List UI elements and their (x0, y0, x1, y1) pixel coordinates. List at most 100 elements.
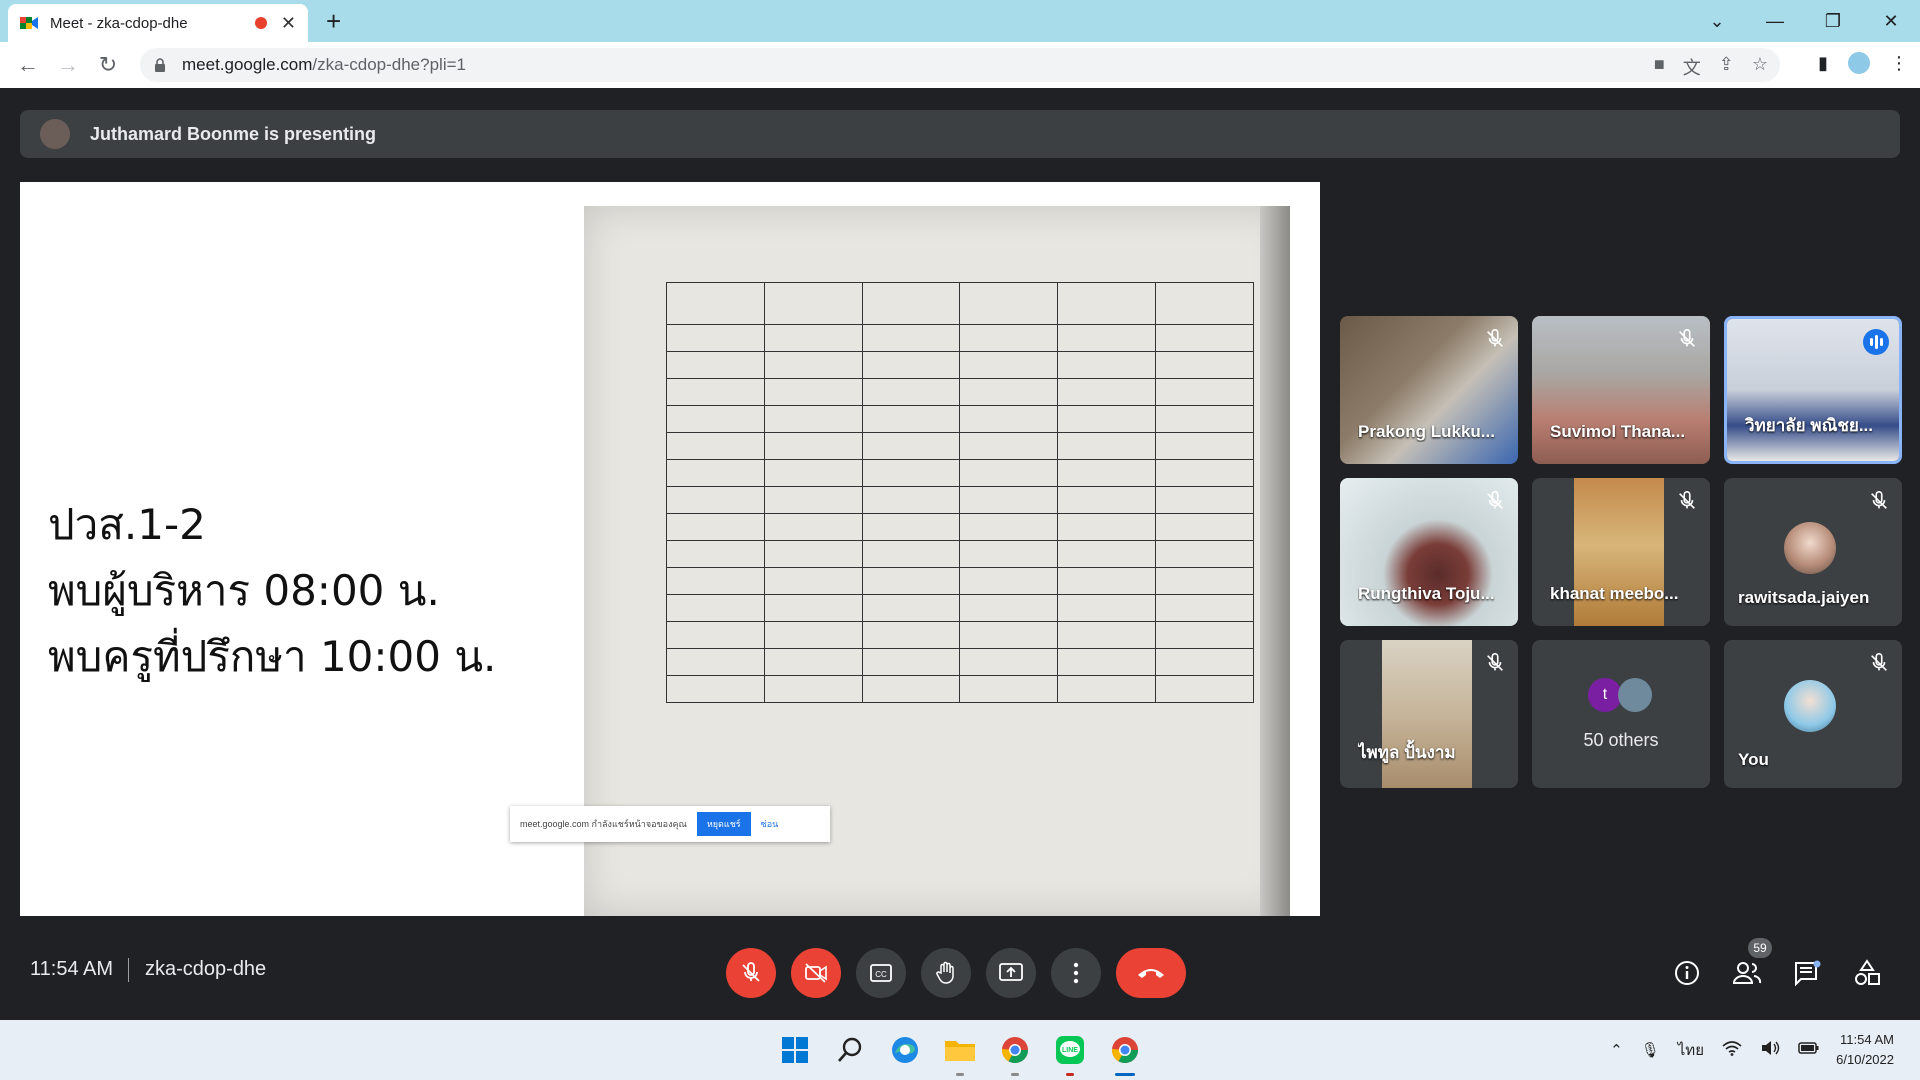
folder-icon (945, 1041, 975, 1061)
captions-button[interactable]: CC (856, 948, 906, 998)
participant-name: Suvimol Thana... (1550, 422, 1686, 441)
profile-avatar[interactable] (1846, 50, 1872, 76)
forward-button[interactable]: → (48, 52, 88, 78)
address-bar[interactable]: meet.google.com/zka-cdop-dhe?pli=1 ■ 文 ⇪… (140, 48, 1780, 82)
share-popup-text: meet.google.com กำลังแชร์หน้าจอของคุณ (520, 819, 687, 829)
mic-off-icon (742, 962, 760, 982)
participant-name: khanat meebo... (1550, 584, 1679, 603)
mic-off-icon (1871, 491, 1887, 509)
browser-tab-strip: Meet - zka-cdop-dhe ✕ + ⌄ — ❐ ✕ (0, 0, 1920, 42)
meeting-details-button[interactable] (1670, 956, 1704, 990)
input-language[interactable]: ไทย (1678, 1038, 1704, 1062)
meeting-time: 11:54 AM (30, 958, 114, 980)
presenting-text: Juthamard Boonme is presenting (90, 123, 377, 144)
system-tray: ⌃ 🎙 ไทย (1610, 1038, 1820, 1062)
taskbar-clock[interactable]: 11:54 AM 6/10/2022 (1836, 1030, 1894, 1070)
close-window-button[interactable]: ✕ (1862, 0, 1920, 42)
volume-icon[interactable] (1760, 1040, 1780, 1060)
side-panel-icon[interactable]: ▮ (1818, 53, 1828, 74)
camera-in-use-icon[interactable]: ■ (1654, 54, 1665, 80)
slide-text: ปวส.1-2 พบผู้บริหาร 08:00 น. พบครูที่ปรึ… (48, 492, 496, 690)
new-tab-button[interactable]: + (326, 6, 341, 37)
camera-toggle-button[interactable] (791, 948, 841, 998)
speaking-indicator-icon (1863, 329, 1889, 355)
participant-tile[interactable]: ไพทูล ปั้นงาม (1340, 640, 1518, 788)
edge-icon (892, 1037, 918, 1063)
line-app[interactable]: LINE (1052, 1032, 1088, 1076)
self-tile[interactable]: You (1724, 640, 1902, 788)
people-button[interactable] (1730, 956, 1764, 990)
participant-tile[interactable]: Rungthiva Toju... (1340, 478, 1518, 626)
wifi-icon[interactable] (1722, 1040, 1742, 1060)
search-button[interactable] (832, 1032, 868, 1068)
microphone-tray-icon[interactable]: 🎙 (1641, 1041, 1660, 1059)
participant-tile[interactable]: Prakong Lukku... (1340, 316, 1518, 464)
info-icon (1675, 961, 1699, 985)
hand-icon (936, 961, 954, 984)
participant-tile[interactable]: khanat meebo... (1532, 478, 1710, 626)
raise-hand-button[interactable] (921, 948, 971, 998)
translate-icon[interactable]: 文 (1683, 54, 1701, 80)
chrome-profile-app[interactable] (1107, 1032, 1143, 1076)
participant-tile[interactable]: Suvimol Thana... (1532, 316, 1710, 464)
browser-menu-icon[interactable]: ⋮ (1890, 53, 1908, 74)
svg-text:LINE: LINE (1062, 1047, 1078, 1054)
stop-sharing-button[interactable]: หยุดแชร์ (696, 812, 751, 836)
svg-text:CC: CC (875, 970, 887, 979)
taskbar-date: 6/10/2022 (1836, 1052, 1894, 1067)
line-icon: LINE (1056, 1036, 1084, 1064)
meeting-code: zka-cdop-dhe (145, 958, 267, 980)
participant-name: วิทยาลัย พณิชย... (1745, 416, 1874, 435)
participant-name: ไพทูล ปั้นงาม (1358, 743, 1456, 762)
chrome-icon (1001, 1037, 1029, 1064)
back-button[interactable]: ← (8, 52, 48, 78)
participant-name: Prakong Lukku... (1358, 422, 1495, 441)
leave-call-button[interactable] (1116, 948, 1186, 998)
others-avatar-photo (1618, 678, 1652, 712)
chat-button[interactable] (1790, 956, 1824, 990)
browser-tab-meet[interactable]: Meet - zka-cdop-dhe ✕ (8, 4, 308, 42)
battery-icon[interactable] (1798, 1041, 1820, 1059)
participant-name: You (1738, 750, 1769, 769)
meet-main: Juthamard Boonme is presenting ปวส.1-2 พ… (0, 88, 1920, 1020)
microphone-toggle-button[interactable] (726, 948, 776, 998)
activities-button[interactable] (1850, 956, 1884, 990)
captions-icon: CC (870, 964, 892, 982)
participant-name: Rungthiva Toju... (1358, 584, 1495, 603)
mic-off-icon (1679, 491, 1695, 509)
mic-off-icon (1487, 491, 1503, 509)
minimize-window-button[interactable]: — (1746, 0, 1804, 42)
presentation-stage: ปวส.1-2 พบผู้บริหาร 08:00 น. พบครูที่ปรึ… (20, 182, 1320, 916)
slide-line: พบผู้บริหาร 08:00 น. (48, 566, 440, 615)
participant-avatar (1784, 522, 1836, 574)
chrome-app[interactable] (997, 1032, 1033, 1076)
participant-tile-speaking[interactable]: วิทยาลัย พณิชย... (1724, 316, 1902, 464)
file-explorer-app[interactable] (942, 1032, 978, 1076)
more-options-button[interactable] (1051, 948, 1101, 998)
bookmark-star-icon[interactable]: ☆ (1752, 54, 1768, 80)
hide-popup-link[interactable]: ซ่อน (761, 817, 779, 831)
chrome-icon (1111, 1037, 1139, 1064)
activities-icon (1855, 959, 1880, 985)
start-button[interactable] (777, 1032, 813, 1068)
self-avatar (1784, 680, 1836, 732)
share-icon[interactable]: ⇪ (1719, 54, 1734, 80)
presenting-banner: Juthamard Boonme is presenting (20, 110, 1900, 158)
url-text: meet.google.com/zka-cdop-dhe?pli=1 (182, 55, 466, 74)
search-icon (838, 1037, 862, 1062)
screen-share-popup: meet.google.com กำลังแชร์หน้าจอของคุณ หย… (510, 806, 830, 842)
presenter-avatar (40, 119, 70, 149)
tab-title: Meet - zka-cdop-dhe (50, 14, 188, 32)
tab-search-chevron-icon[interactable]: ⌄ (1688, 0, 1746, 42)
mic-off-icon (1487, 329, 1503, 347)
others-tile[interactable]: t 50 others (1532, 640, 1710, 788)
close-tab-icon[interactable]: ✕ (281, 13, 296, 34)
participant-tile[interactable]: rawitsada.jaiyen (1724, 478, 1902, 626)
maximize-window-button[interactable]: ❐ (1804, 0, 1862, 42)
browser-toolbar: ← → ↻ meet.google.com/zka-cdop-dhe?pli=1… (0, 42, 1920, 88)
reload-button[interactable]: ↻ (88, 52, 128, 78)
present-now-button[interactable] (986, 948, 1036, 998)
show-hidden-icons-chevron-icon[interactable]: ⌃ (1610, 1041, 1623, 1059)
windows-taskbar: LINE ⌃ 🎙 ไทย 11:54 AM 6/10/2022 (0, 1020, 1920, 1080)
edge-app[interactable] (887, 1032, 923, 1068)
